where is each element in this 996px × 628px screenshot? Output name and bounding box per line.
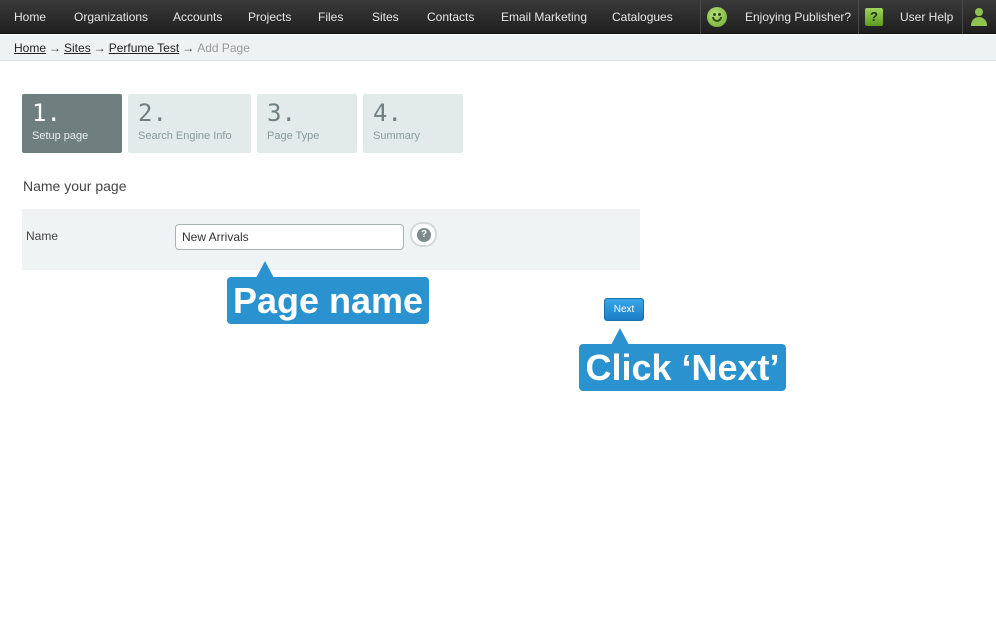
- breadcrumb-link-home[interactable]: Home: [14, 41, 46, 55]
- question-mark-icon[interactable]: ?: [865, 8, 883, 26]
- nav-item-home[interactable]: Home: [14, 0, 46, 34]
- step-number: 2.: [138, 99, 167, 127]
- nav-item-accounts[interactable]: Accounts: [173, 0, 222, 34]
- step-number: 3.: [267, 99, 296, 127]
- name-form-row: Name ?: [22, 209, 640, 270]
- breadcrumb-link-perfume-test[interactable]: Perfume Test: [109, 41, 179, 55]
- callout-page-name: Page name: [227, 261, 429, 324]
- nav-item-files[interactable]: Files: [318, 0, 343, 34]
- breadcrumb-separator: →: [93, 41, 106, 55]
- nav-item-organizations[interactable]: Organizations: [74, 0, 148, 34]
- step-search-engine-info[interactable]: 2. Search Engine Info: [128, 94, 251, 153]
- nav-item-catalogues[interactable]: Catalogues: [612, 0, 673, 34]
- callout-click-next: Click ‘Next’: [579, 328, 786, 391]
- user-help-link[interactable]: User Help: [900, 0, 953, 34]
- user-icon[interactable]: [970, 8, 988, 26]
- step-label: Summary: [373, 130, 421, 142]
- step-page-type[interactable]: 3. Page Type: [257, 94, 357, 153]
- nav-item-email-marketing[interactable]: Email Marketing: [501, 0, 587, 34]
- smiley-icon[interactable]: [707, 7, 727, 27]
- step-label: Setup page: [32, 130, 89, 142]
- step-label: Page Type: [267, 130, 320, 142]
- breadcrumb-current: Add Page: [197, 41, 250, 55]
- step-setup-page[interactable]: 1. Setup page: [22, 94, 122, 153]
- next-button[interactable]: Next: [604, 298, 644, 321]
- nav-item-sites[interactable]: Sites: [372, 0, 399, 34]
- nav-item-contacts[interactable]: Contacts: [427, 0, 474, 34]
- section-title: Name your page: [23, 178, 127, 194]
- breadcrumb-separator: →: [49, 41, 62, 55]
- feedback-link[interactable]: Enjoying Publisher?: [745, 0, 851, 34]
- breadcrumb-link-sites[interactable]: Sites: [64, 41, 91, 55]
- breadcrumb-separator: →: [182, 41, 195, 55]
- breadcrumb: Home → Sites → Perfume Test → Add Page: [0, 35, 996, 61]
- top-navigation-bar: Home Organizations Accounts Projects Fil…: [0, 0, 996, 34]
- nav-item-projects[interactable]: Projects: [248, 0, 291, 34]
- step-summary[interactable]: 4. Summary: [363, 94, 463, 153]
- help-button[interactable]: ?: [410, 222, 437, 247]
- step-label: Search Engine Info: [138, 130, 232, 142]
- name-input[interactable]: [175, 224, 404, 250]
- step-number: 1.: [32, 99, 61, 127]
- question-mark-icon: ?: [417, 228, 431, 242]
- step-number: 4.: [373, 99, 402, 127]
- name-label: Name: [26, 229, 59, 243]
